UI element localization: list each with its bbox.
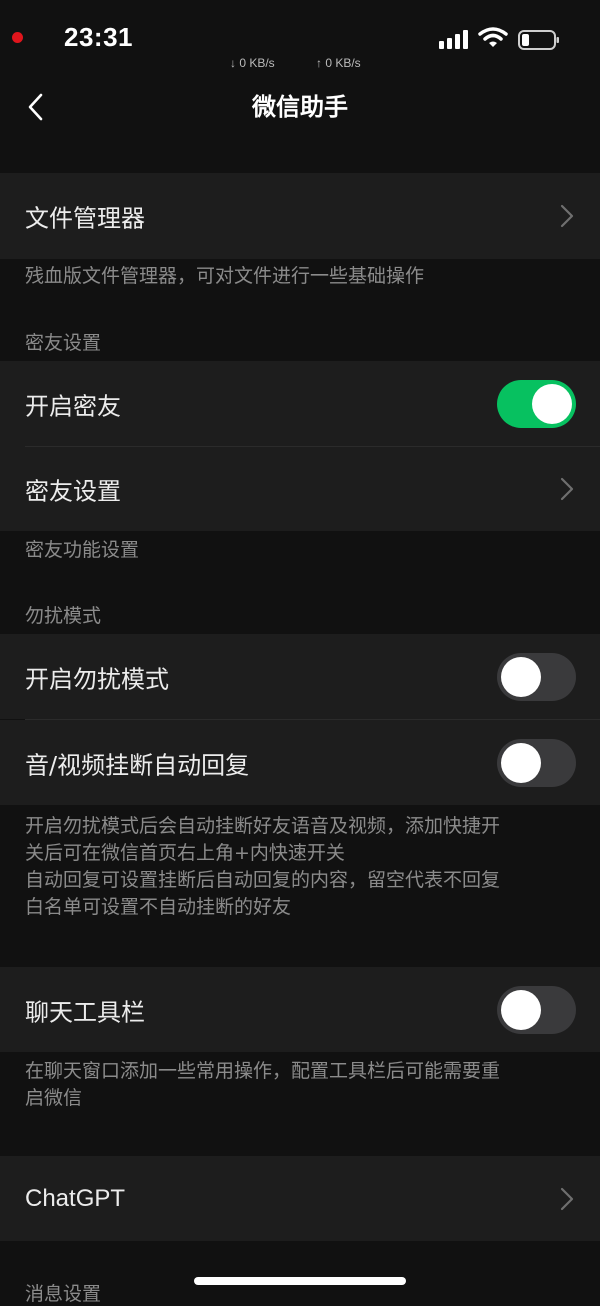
auto-reply-label: 音/视频挂断自动回复 [25, 751, 250, 779]
section-header-message-settings: 消息设置 [25, 1283, 102, 1305]
chatgpt-label: ChatGPT [25, 1184, 126, 1212]
recording-dot-icon [12, 32, 23, 43]
page-title: 微信助手 [252, 93, 348, 121]
status-time: 23:31 [64, 22, 133, 52]
chevron-right-icon [560, 204, 574, 228]
enable-close-friends-cell: 开启密友 [0, 361, 600, 447]
chatgpt-cell[interactable]: ChatGPT [0, 1156, 600, 1241]
dnd-note-line: 自动回复可设置挂断后自动回复的内容，留空代表不回复 [25, 869, 501, 891]
chevron-right-icon [560, 1187, 574, 1210]
chevron-right-icon [560, 477, 574, 501]
dnd-note-line: 关后可在微信首页右上角+内快速开关 [25, 842, 345, 864]
dnd-note-line: 开启勿扰模式后会自动挂断好友语音及视频，添加快捷开 [25, 815, 501, 837]
enable-dnd-toggle[interactable] [497, 652, 576, 701]
chat-toolbar-note: 在聊天窗口添加一些常用操作，配置工具栏后可能需要重 启微信 [25, 1058, 580, 1112]
chat-toolbar-label: 聊天工具栏 [25, 998, 145, 1026]
enable-dnd-cell: 开启勿扰模式 [0, 634, 600, 719]
chat-toolbar-note-line: 在聊天窗口添加一些常用操作，配置工具栏后可能需要重 [25, 1060, 501, 1082]
section-header-dnd: 勿扰模式 [25, 605, 102, 627]
toggle-knob [501, 989, 541, 1030]
chat-toolbar-note-line: 启微信 [25, 1087, 83, 1109]
chat-toolbar-cell: 聊天工具栏 [0, 967, 600, 1052]
enable-dnd-label: 开启勿扰模式 [25, 665, 169, 693]
close-friends-settings-cell[interactable]: 密友设置 [0, 447, 600, 531]
cellular-signal-icon [439, 30, 468, 49]
section-header-close-friends: 密友设置 [25, 332, 102, 354]
file-manager-cell[interactable]: 文件管理器 [0, 173, 600, 259]
file-manager-note: 残血版文件管理器，可对文件进行一些基础操作 [25, 265, 425, 287]
download-speed: ↓ 0 KB/s [230, 56, 275, 70]
toggle-knob [501, 656, 541, 697]
upload-speed: ↑ 0 KB/s [316, 56, 361, 70]
toggle-knob [501, 742, 541, 783]
auto-reply-toggle[interactable] [497, 738, 576, 787]
toggle-knob [532, 384, 572, 424]
status-bar: 23:31 ↓ 0 KB/s ↑ 0 KB/s [0, 0, 600, 80]
wifi-icon [478, 27, 508, 47]
enable-close-friends-label: 开启密友 [25, 392, 121, 421]
dnd-note-line: 白名单可设置不自动挂断的好友 [25, 896, 292, 918]
battery-icon [518, 30, 559, 50]
dnd-note: 开启勿扰模式后会自动挂断好友语音及视频，添加快捷开 关后可在微信首页右上角+内快… [25, 813, 580, 921]
auto-reply-cell: 音/视频挂断自动回复 [0, 720, 600, 805]
home-indicator[interactable] [194, 1277, 406, 1285]
enable-close-friends-toggle[interactable] [497, 380, 576, 428]
close-friends-settings-label: 密友设置 [25, 477, 121, 506]
file-manager-label: 文件管理器 [25, 204, 145, 233]
chat-toolbar-toggle[interactable] [497, 985, 576, 1034]
close-friends-note: 密友功能设置 [25, 539, 140, 561]
